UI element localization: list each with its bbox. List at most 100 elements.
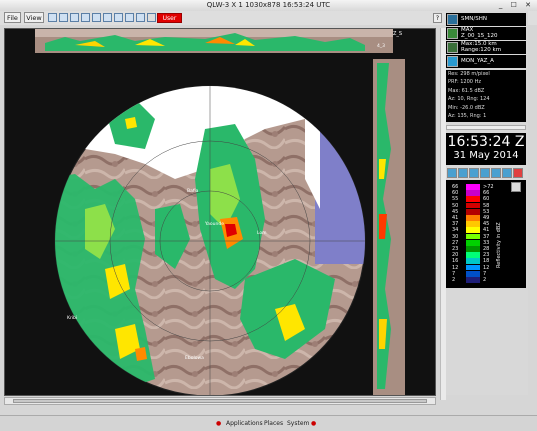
legend-left-value: 7 — [452, 270, 456, 277]
strip-scale-label: 4_3 — [377, 43, 385, 49]
logout-icon[interactable]: ● — [311, 420, 316, 427]
legend-swatch — [466, 184, 480, 190]
product-row-site[interactable]: SMN/SHN — [446, 13, 526, 26]
legend-left-value: 2 — [452, 277, 456, 283]
window-title: QLW-3 X 1 1030x878 16:53:24 UTC — [206, 1, 331, 9]
legend-swatch — [466, 227, 480, 234]
applications-menu[interactable]: Applications — [226, 420, 263, 427]
play-icon[interactable] — [469, 168, 479, 178]
product-task: Z_00_15_120 — [461, 33, 498, 39]
legend-swatch — [466, 277, 480, 283]
step-back-icon[interactable] — [458, 168, 468, 178]
radar-display[interactable]: Z_S 4_3 Bafia Lom Yaounde Kribi Ebolowa — [4, 28, 436, 396]
min-value: Min: -26.0 dBZ — [448, 104, 485, 111]
legend-right-value: 53 — [483, 208, 490, 215]
legend-unit-label: Reflectivity in dBZ — [496, 222, 502, 268]
blank-tool-icon[interactable] — [147, 13, 156, 22]
legend-right-value: 58 — [483, 202, 490, 209]
product-row-max[interactable]: MAX Z_00_15_120 — [446, 27, 526, 40]
legend-swatch — [466, 208, 480, 215]
fast-forward-icon[interactable] — [491, 168, 501, 178]
pixel-info: Res: 298 m/pixel PRF: 1200 Hz Max: 61.5 … — [446, 70, 526, 122]
clock-date: 31 May 2014 — [453, 150, 519, 161]
legend-left-value: 55 — [452, 196, 459, 203]
prf: PRF: 1200 Hz — [448, 79, 481, 86]
legend-left-value: 45 — [452, 208, 459, 215]
town-label: Bafia — [187, 188, 199, 194]
horizontal-scrollbar[interactable] — [4, 397, 436, 405]
legend-right-value: 7 — [483, 270, 487, 277]
rewind-icon[interactable] — [447, 168, 457, 178]
fit-window-icon[interactable] — [81, 13, 90, 22]
town-label: Lom — [257, 230, 267, 236]
legend-left-value: 41 — [452, 215, 459, 221]
legend-right-value: 41 — [483, 227, 490, 234]
max-location: Az: 10, Rng: 124 — [448, 96, 490, 103]
legend-swatch — [466, 258, 480, 265]
legend-right-value: 2 — [483, 277, 487, 283]
user-button[interactable]: User — [157, 13, 182, 23]
overlay-icon[interactable] — [114, 13, 123, 22]
view-menu[interactable]: View — [24, 12, 44, 23]
task-icon[interactable] — [447, 56, 458, 67]
legend-swatch — [466, 196, 480, 203]
legend-right-value: 12 — [483, 264, 490, 271]
reset-view-icon[interactable] — [92, 13, 101, 22]
places-menu[interactable]: Places — [264, 420, 283, 427]
help-button[interactable]: ? — [433, 13, 442, 23]
legend-right-value: >72 — [483, 184, 494, 190]
zoom-in-icon[interactable] — [48, 13, 57, 22]
product-row-task[interactable]: MON_YAZ_A — [446, 55, 526, 68]
legend-left-value: 23 — [452, 246, 459, 252]
legend-swatch — [466, 264, 480, 271]
window-controls[interactable]: _ ☐ ✕ — [499, 1, 534, 9]
legend-left-value: 30 — [452, 233, 459, 240]
legend-left-value: 27 — [452, 239, 459, 246]
legend-left-value: 12 — [452, 264, 459, 271]
legend-right-value: 28 — [483, 246, 490, 252]
legend-right-value: 33 — [483, 239, 490, 246]
applications-icon[interactable]: ● — [216, 420, 221, 427]
clock-time: 16:53:24 Z — [447, 134, 525, 150]
legend-left-value: 66 — [452, 184, 459, 190]
pan-icon[interactable] — [70, 13, 79, 22]
chart-icon[interactable] — [513, 168, 523, 178]
scrollbar-thumb[interactable] — [13, 399, 427, 403]
measure-icon[interactable] — [125, 13, 134, 22]
legend-left-value: 50 — [452, 202, 459, 209]
legend-swatch — [466, 252, 480, 258]
radar-site-icon[interactable] — [447, 14, 458, 25]
legend-right-value: 18 — [483, 258, 490, 265]
panel-slider[interactable] — [446, 125, 526, 130]
max-product-icon[interactable] — [447, 28, 458, 39]
legend-right-value: 66 — [483, 190, 490, 197]
resolution: Res: 298 m/pixel — [448, 71, 490, 77]
range-icon[interactable] — [447, 42, 458, 53]
legend-settings-icon[interactable] — [511, 182, 521, 192]
legend-left-value: 20 — [452, 252, 459, 259]
grid-toggle-icon[interactable] — [103, 13, 112, 22]
legend-left-value: 16 — [452, 258, 459, 265]
color-legend: 66 >72 60 66 55 60 50 58 45 53 41 49 37 45 34 41 30 37 27 3… — [446, 180, 526, 288]
town-label: Kribi — [67, 315, 77, 321]
legend-swatch — [466, 239, 480, 246]
legend-swatch — [466, 190, 480, 196]
legend-right-value: 60 — [483, 196, 490, 203]
clock: 16:53:24 Z 31 May 2014 — [446, 133, 526, 165]
product-row-range[interactable]: Max:15.0 km Range:120 km — [446, 41, 526, 54]
town-label: Yaounde — [204, 221, 224, 227]
legend-right-value: 49 — [483, 215, 490, 221]
min-location: Az: 135, Rng: 1 — [448, 113, 487, 120]
radar-map: Z_S 4_3 Bafia Lom Yaounde Kribi Ebolowa — [35, 29, 405, 395]
loop-icon[interactable] — [502, 168, 512, 178]
zoom-out-icon[interactable] — [59, 13, 68, 22]
legend-right-value: 37 — [483, 233, 490, 240]
step-forward-icon[interactable] — [480, 168, 490, 178]
system-menu[interactable]: System — [287, 420, 309, 427]
max-value: Max: 61.5 dBZ — [448, 87, 485, 94]
layout-icon[interactable] — [136, 13, 145, 22]
town-label: Ebolowa — [185, 355, 204, 361]
legend-right-value: 45 — [483, 221, 490, 228]
file-menu[interactable]: File — [4, 12, 21, 23]
legend-left-value: 34 — [452, 227, 459, 234]
